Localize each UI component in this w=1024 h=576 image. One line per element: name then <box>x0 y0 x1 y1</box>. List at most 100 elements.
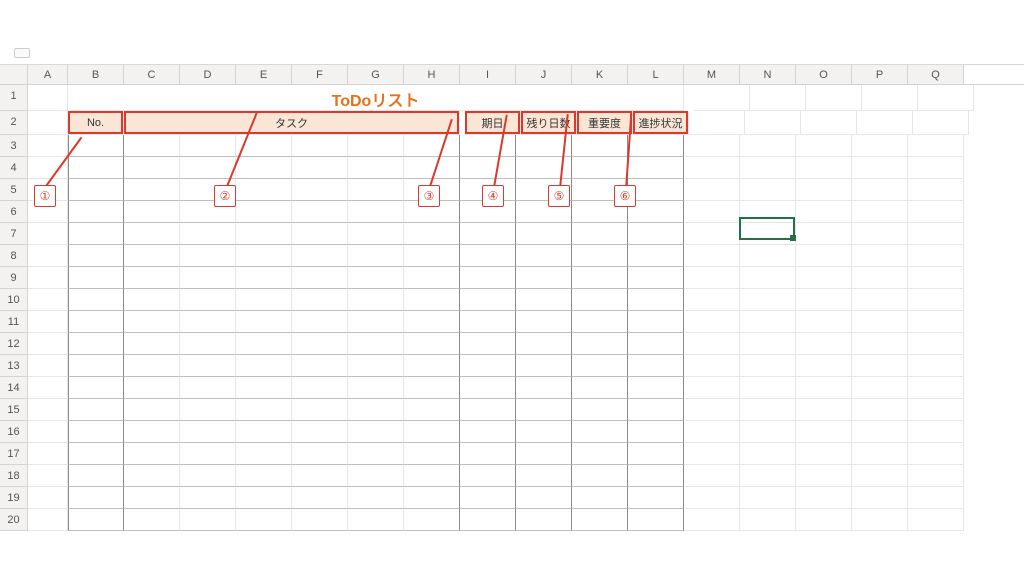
cell-O4[interactable] <box>796 157 852 179</box>
col-head-Q[interactable]: Q <box>908 65 964 84</box>
cell-L4[interactable] <box>628 157 684 179</box>
cell-H9[interactable] <box>404 267 460 289</box>
row-head-3[interactable]: 3 <box>0 135 28 157</box>
cell-D13[interactable] <box>180 355 236 377</box>
cell-K20[interactable] <box>572 509 628 531</box>
cell-P12[interactable] <box>852 333 908 355</box>
cell-L9[interactable] <box>628 267 684 289</box>
cell-P10[interactable] <box>852 289 908 311</box>
cell-P17[interactable] <box>852 443 908 465</box>
cell-Q5[interactable] <box>908 179 964 201</box>
cell-H16[interactable] <box>404 421 460 443</box>
cell-P15[interactable] <box>852 399 908 421</box>
cell-P2[interactable] <box>857 111 913 135</box>
cell-D15[interactable] <box>180 399 236 421</box>
cell-C7[interactable] <box>124 223 180 245</box>
cell-Q1[interactable] <box>918 85 974 111</box>
cell-K16[interactable] <box>572 421 628 443</box>
cell-E18[interactable] <box>236 465 292 487</box>
cell-C16[interactable] <box>124 421 180 443</box>
cell-G10[interactable] <box>348 289 404 311</box>
cell-L7[interactable] <box>628 223 684 245</box>
cell-C11[interactable] <box>124 311 180 333</box>
cell-A7[interactable] <box>28 223 68 245</box>
cell-H20[interactable] <box>404 509 460 531</box>
cell-G20[interactable] <box>348 509 404 531</box>
col-head-G[interactable]: G <box>348 65 404 84</box>
cell-D11[interactable] <box>180 311 236 333</box>
cell-C20[interactable] <box>124 509 180 531</box>
cell-K15[interactable] <box>572 399 628 421</box>
cell-C6[interactable] <box>124 201 180 223</box>
cell-M5[interactable] <box>684 179 740 201</box>
cell-Q10[interactable] <box>908 289 964 311</box>
cell-C13[interactable] <box>124 355 180 377</box>
cell-H12[interactable] <box>404 333 460 355</box>
cell-M11[interactable] <box>684 311 740 333</box>
row-head-11[interactable]: 11 <box>0 311 28 333</box>
cell-I7[interactable] <box>460 223 516 245</box>
cell-Q12[interactable] <box>908 333 964 355</box>
col-head-K[interactable]: K <box>572 65 628 84</box>
cell-N15[interactable] <box>740 399 796 421</box>
cell-A3[interactable] <box>28 135 68 157</box>
col-head-O[interactable]: O <box>796 65 852 84</box>
cell-B13[interactable] <box>68 355 124 377</box>
cell-J14[interactable] <box>516 377 572 399</box>
cell-N2[interactable] <box>745 111 801 135</box>
cell-G6[interactable] <box>348 201 404 223</box>
cell-B15[interactable] <box>68 399 124 421</box>
cell-Q4[interactable] <box>908 157 964 179</box>
cell-M16[interactable] <box>684 421 740 443</box>
cell-P19[interactable] <box>852 487 908 509</box>
cell-M17[interactable] <box>684 443 740 465</box>
cell-H19[interactable] <box>404 487 460 509</box>
cell-G18[interactable] <box>348 465 404 487</box>
row-head-18[interactable]: 18 <box>0 465 28 487</box>
cell-L17[interactable] <box>628 443 684 465</box>
cell-C18[interactable] <box>124 465 180 487</box>
cell-C4[interactable] <box>124 157 180 179</box>
cell-J10[interactable] <box>516 289 572 311</box>
cell-G9[interactable] <box>348 267 404 289</box>
cell-Q16[interactable] <box>908 421 964 443</box>
cell-C9[interactable] <box>124 267 180 289</box>
cell-N11[interactable] <box>740 311 796 333</box>
cell-D19[interactable] <box>180 487 236 509</box>
cell-L15[interactable] <box>628 399 684 421</box>
cell-O8[interactable] <box>796 245 852 267</box>
cell-B19[interactable] <box>68 487 124 509</box>
col-head-P[interactable]: P <box>852 65 908 84</box>
row-head-16[interactable]: 16 <box>0 421 28 443</box>
cell-P3[interactable] <box>852 135 908 157</box>
cell-E13[interactable] <box>236 355 292 377</box>
cell-F20[interactable] <box>292 509 348 531</box>
cell-J4[interactable] <box>516 157 572 179</box>
cell-Q15[interactable] <box>908 399 964 421</box>
cell-J17[interactable] <box>516 443 572 465</box>
cell-G16[interactable] <box>348 421 404 443</box>
cell-L5[interactable] <box>628 179 684 201</box>
cell-H17[interactable] <box>404 443 460 465</box>
cell-G3[interactable] <box>348 135 404 157</box>
cell-H3[interactable] <box>404 135 460 157</box>
col-head-M[interactable]: M <box>684 65 740 84</box>
row-head-15[interactable]: 15 <box>0 399 28 421</box>
cell-B7[interactable] <box>68 223 124 245</box>
cell-J2[interactable]: 残り日数 <box>521 111 577 135</box>
cell-D7[interactable] <box>180 223 236 245</box>
cell-J18[interactable] <box>516 465 572 487</box>
col-head-J[interactable]: J <box>516 65 572 84</box>
cell-H18[interactable] <box>404 465 460 487</box>
cell-O3[interactable] <box>796 135 852 157</box>
cell-F8[interactable] <box>292 245 348 267</box>
cell-I2[interactable]: 期日 <box>465 111 521 135</box>
cell-J11[interactable] <box>516 311 572 333</box>
cell-J20[interactable] <box>516 509 572 531</box>
cell-Q8[interactable] <box>908 245 964 267</box>
col-head-N[interactable]: N <box>740 65 796 84</box>
cell-G15[interactable] <box>348 399 404 421</box>
cell-K10[interactable] <box>572 289 628 311</box>
cell-N7[interactable] <box>740 223 796 245</box>
cell-D16[interactable] <box>180 421 236 443</box>
